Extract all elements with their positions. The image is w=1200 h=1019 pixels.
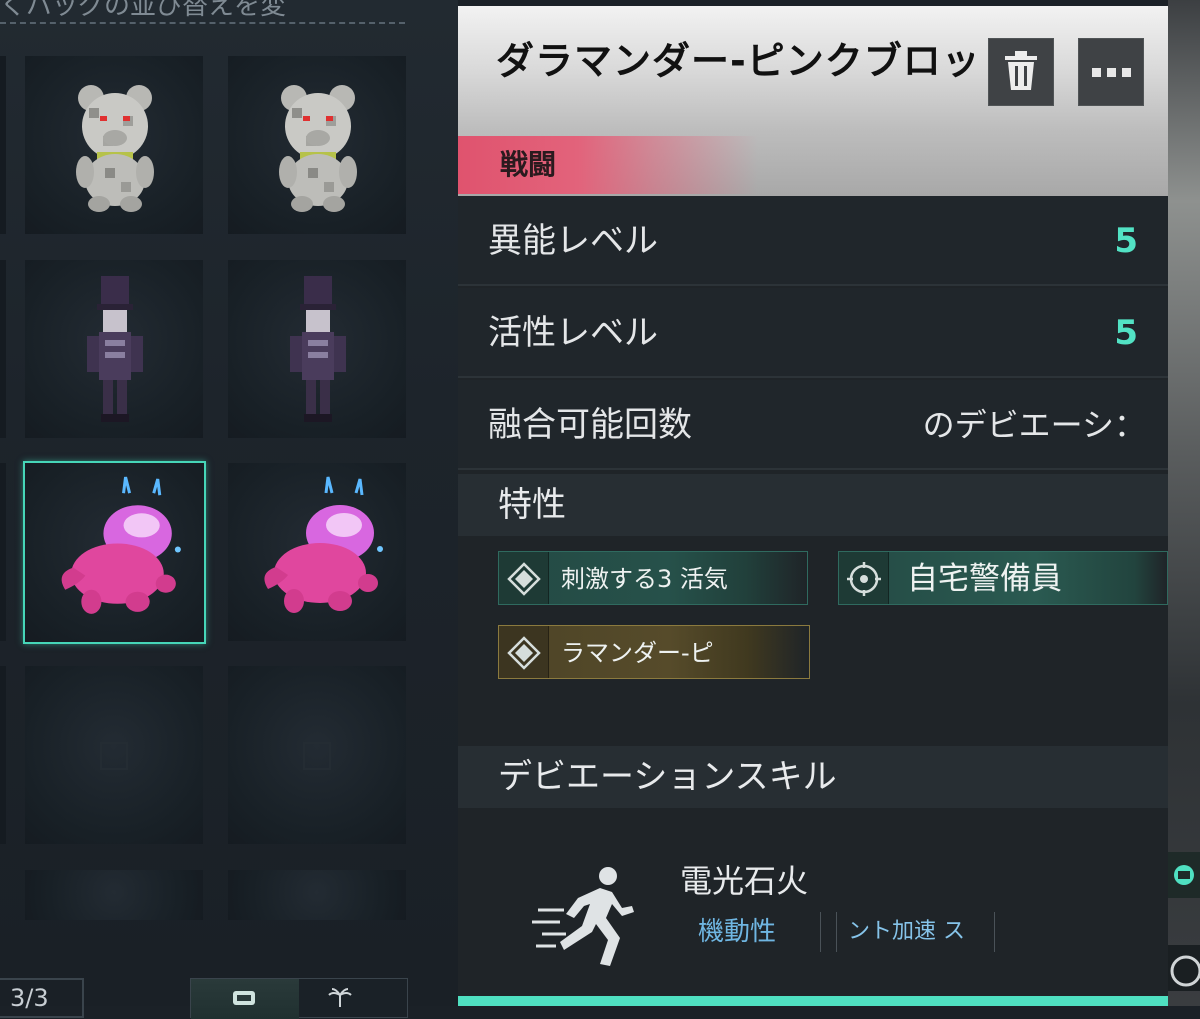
skill-section-header: デビエーションスキル	[458, 746, 1168, 808]
inventory-slot-nutcracker[interactable]	[228, 260, 406, 438]
category-badge: 戦闘	[458, 136, 758, 194]
pink-salamander-icon	[264, 476, 383, 613]
muscle-icon	[1170, 955, 1200, 987]
nutcracker-icon	[290, 276, 346, 422]
trait-label: ラマンダー-ピ	[561, 639, 714, 667]
stat-row-activity-level: 活性レベル 5	[458, 288, 1168, 378]
skill-tag: 機動性	[698, 917, 777, 947]
trait-chip[interactable]: 自宅警備員	[838, 551, 1168, 605]
crosshair-icon	[839, 552, 889, 604]
traits-section-header: 特性	[458, 474, 1168, 536]
item-name: ダラマンダー-ピンクブロッ	[496, 39, 974, 83]
offscreen-slot[interactable]	[0, 260, 6, 438]
inventory-slot-empty[interactable]	[228, 666, 406, 844]
side-shortcut[interactable]	[1168, 852, 1200, 898]
inventory-slot-pink-salamander-selected[interactable]	[23, 461, 206, 644]
delete-button[interactable]	[988, 38, 1054, 106]
stat-value: 5	[1114, 221, 1138, 261]
deviation-detail-panel: ダラマンダー-ピンクブロッ 戦闘 異能レベル 5 活性レベル 5 融合可能回数 …	[458, 6, 1168, 1006]
diamond-icon	[499, 626, 549, 678]
inventory-slot-pink-salamander[interactable]	[228, 463, 406, 641]
detail-header: ダラマンダー-ピンクブロッ 戦闘	[458, 6, 1168, 196]
inventory-slot-empty[interactable]	[25, 870, 203, 920]
pink-salamander-icon	[61, 476, 181, 614]
trash-icon	[1005, 51, 1037, 90]
traits-title: 特性	[498, 485, 566, 525]
side-shortcut[interactable]	[1168, 945, 1200, 991]
teddy-bear-icon	[279, 85, 357, 212]
trait-chip[interactable]: ラマンダー-ピ	[498, 625, 810, 679]
running-figure-icon	[532, 867, 634, 966]
panel-bottom-accent	[458, 996, 1168, 1006]
stat-row-fusion-count: 融合可能回数 のデビエーシ：	[458, 380, 1168, 470]
deviation-icon	[1174, 865, 1194, 885]
empty-slot-mark	[100, 742, 128, 770]
trait-label: 自宅警備員	[907, 561, 1062, 597]
trait-chip[interactable]: 刺激する3 活気	[498, 551, 808, 605]
skill-tag: ント加速 ス	[848, 919, 965, 944]
inventory-slot-nutcracker[interactable]	[25, 260, 203, 438]
stat-label: 融合可能回数	[488, 405, 692, 445]
inventory-slot-empty[interactable]	[228, 870, 406, 920]
offscreen-slot[interactable]	[0, 56, 6, 234]
skill-section-title: デビエーションスキル	[498, 757, 837, 797]
inventory-slot-teddy-bear[interactable]	[228, 56, 406, 234]
offscreen-slot[interactable]	[0, 666, 6, 844]
tag-divider	[820, 912, 821, 952]
offscreen-slot[interactable]	[0, 463, 6, 641]
stat-label: 異能レベル	[488, 221, 658, 261]
more-options-button[interactable]	[1078, 38, 1144, 106]
inventory-grid: くバッグの並び替えを変 3/3	[0, 0, 458, 1019]
category-label: 戦闘	[500, 148, 557, 181]
tag-divider	[836, 912, 837, 952]
inventory-slot-teddy-bear[interactable]	[25, 56, 203, 234]
filter-tab-deviation[interactable]	[191, 979, 299, 1019]
stat-label: 活性レベル	[488, 313, 658, 353]
tag-divider	[994, 912, 995, 952]
teddy-bear-icon	[76, 85, 154, 212]
skill-name: 電光石火	[680, 862, 809, 900]
empty-slot-mark	[303, 742, 331, 770]
diamond-icon	[499, 552, 549, 604]
skill-card[interactable]: 電光石火 機動性 ント加速 ス	[458, 808, 1168, 1006]
filter-tab-outdoor[interactable]	[301, 979, 407, 1019]
nutcracker-icon	[87, 276, 143, 422]
stat-value: 5	[1114, 313, 1138, 353]
stat-value: のデビエーシ：	[922, 406, 1146, 444]
stat-row-ability-level: 異能レベル 5	[458, 196, 1168, 286]
inventory-slot-empty[interactable]	[25, 666, 203, 844]
bag-count: 3/3	[0, 978, 84, 1018]
trait-label: 刺激する3 活気	[561, 565, 728, 593]
filter-bar	[190, 978, 408, 1019]
hint-underline	[0, 22, 405, 24]
